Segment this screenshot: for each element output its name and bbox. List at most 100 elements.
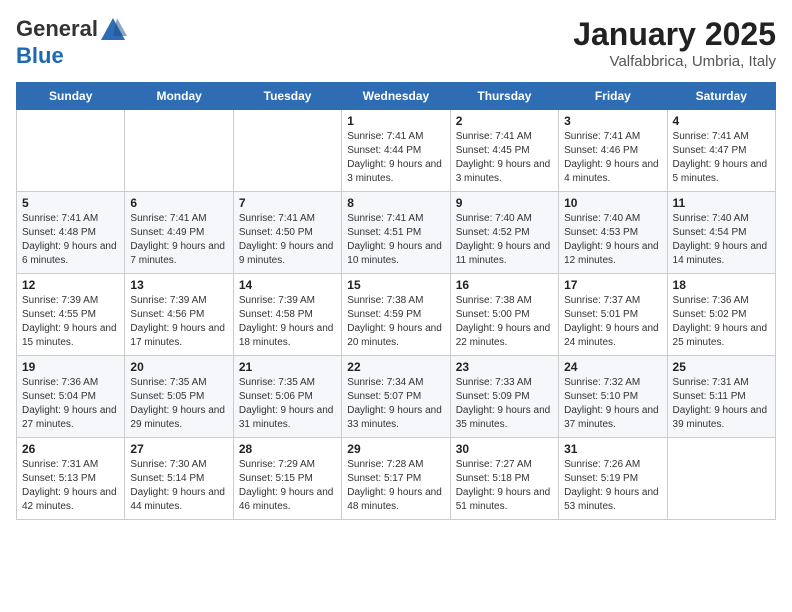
calendar-week-row: 26 Sunrise: 7:31 AMSunset: 5:13 PMDayligh… — [17, 438, 776, 520]
calendar-header-row: Sunday Monday Tuesday Wednesday Thursday… — [17, 83, 776, 110]
calendar-day-cell — [17, 110, 125, 192]
day-number: 7 — [239, 196, 336, 210]
day-number: 26 — [22, 442, 119, 456]
day-number: 9 — [456, 196, 553, 210]
calendar-day-cell: 5 Sunrise: 7:41 AMSunset: 4:48 PMDaylight… — [17, 192, 125, 274]
day-number: 30 — [456, 442, 553, 456]
day-info: Sunrise: 7:41 AMSunset: 4:48 PMDaylight:… — [22, 212, 119, 268]
day-number: 1 — [347, 114, 444, 128]
logo-general-text: General — [16, 16, 98, 41]
calendar-day-cell: 25 Sunrise: 7:31 AMSunset: 5:11 PMDayligh… — [667, 356, 775, 438]
day-info: Sunrise: 7:40 AMSunset: 4:52 PMDaylight:… — [456, 212, 553, 268]
day-number: 14 — [239, 278, 336, 292]
calendar-day-cell: 2 Sunrise: 7:41 AMSunset: 4:45 PMDaylight… — [450, 110, 558, 192]
calendar-table: Sunday Monday Tuesday Wednesday Thursday… — [16, 82, 776, 520]
day-number: 23 — [456, 360, 553, 374]
day-info: Sunrise: 7:41 AMSunset: 4:51 PMDaylight:… — [347, 212, 444, 268]
calendar-week-row: 1 Sunrise: 7:41 AMSunset: 4:44 PMDaylight… — [17, 110, 776, 192]
calendar-day-cell: 12Sunrise: 7:39 AMSunset: 4:55 PMDayligh… — [17, 274, 125, 356]
day-info: Sunrise: 7:41 AMSunset: 4:47 PMDaylight:… — [673, 130, 770, 186]
calendar-day-cell: 22 Sunrise: 7:34 AMSunset: 5:07 PMDayligh… — [342, 356, 450, 438]
calendar-day-cell: 23 Sunrise: 7:33 AMSunset: 5:09 PMDayligh… — [450, 356, 558, 438]
calendar-day-cell: 28Sunrise: 7:29 AMSunset: 5:15 PMDayligh… — [233, 438, 341, 520]
calendar-day-cell: 29 Sunrise: 7:28 AMSunset: 5:17 PMDayligh… — [342, 438, 450, 520]
day-info: Sunrise: 7:38 AMSunset: 4:59 PMDaylight:… — [347, 294, 444, 350]
day-info: Sunrise: 7:30 AMSunset: 5:14 PMDaylight:… — [130, 458, 227, 514]
day-number: 27 — [130, 442, 227, 456]
day-number: 11 — [673, 196, 770, 210]
day-info: Sunrise: 7:34 AMSunset: 5:07 PMDaylight:… — [347, 376, 444, 432]
day-info: Sunrise: 7:39 AMSunset: 4:58 PMDaylight:… — [239, 294, 336, 350]
day-info: Sunrise: 7:37 AMSunset: 5:01 PMDaylight:… — [564, 294, 661, 350]
day-info: Sunrise: 7:35 AMSunset: 5:06 PMDaylight:… — [239, 376, 336, 432]
calendar-day-cell: 6Sunrise: 7:41 AMSunset: 4:49 PMDaylight… — [125, 192, 233, 274]
calendar-day-cell — [667, 438, 775, 520]
day-info: Sunrise: 7:31 AMSunset: 5:11 PMDaylight:… — [673, 376, 770, 432]
day-info: Sunrise: 7:33 AMSunset: 5:09 PMDaylight:… — [456, 376, 553, 432]
day-info: Sunrise: 7:41 AMSunset: 4:45 PMDaylight:… — [456, 130, 553, 186]
col-saturday: Saturday — [667, 83, 775, 110]
day-info: Sunrise: 7:39 AMSunset: 4:56 PMDaylight:… — [130, 294, 227, 350]
day-number: 10 — [564, 196, 661, 210]
logo: General Blue — [16, 16, 128, 68]
calendar-day-cell: 8 Sunrise: 7:41 AMSunset: 4:51 PMDaylight… — [342, 192, 450, 274]
day-number: 25 — [673, 360, 770, 374]
day-info: Sunrise: 7:28 AMSunset: 5:17 PMDaylight:… — [347, 458, 444, 514]
day-number: 31 — [564, 442, 661, 456]
calendar-day-cell: 21 Sunrise: 7:35 AMSunset: 5:06 PMDayligh… — [233, 356, 341, 438]
logo-blue-text: Blue — [16, 43, 64, 68]
day-number: 18 — [673, 278, 770, 292]
calendar-day-cell: 16 Sunrise: 7:38 AMSunset: 5:00 PMDayligh… — [450, 274, 558, 356]
day-info: Sunrise: 7:38 AMSunset: 5:00 PMDaylight:… — [456, 294, 553, 350]
day-number: 28 — [239, 442, 336, 456]
calendar-day-cell: 31 Sunrise: 7:26 AMSunset: 5:19 PMDayligh… — [559, 438, 667, 520]
day-info: Sunrise: 7:41 AMSunset: 4:49 PMDaylight:… — [130, 212, 227, 268]
day-info: Sunrise: 7:36 AMSunset: 5:02 PMDaylight:… — [673, 294, 770, 350]
day-number: 8 — [347, 196, 444, 210]
calendar-day-cell — [125, 110, 233, 192]
day-number: 5 — [22, 196, 119, 210]
day-number: 29 — [347, 442, 444, 456]
day-info: Sunrise: 7:40 AMSunset: 4:54 PMDaylight:… — [673, 212, 770, 268]
day-number: 17 — [564, 278, 661, 292]
calendar-week-row: 12Sunrise: 7:39 AMSunset: 4:55 PMDayligh… — [17, 274, 776, 356]
day-info: Sunrise: 7:41 AMSunset: 4:44 PMDaylight:… — [347, 130, 444, 186]
day-info: Sunrise: 7:40 AMSunset: 4:53 PMDaylight:… — [564, 212, 661, 268]
day-number: 24 — [564, 360, 661, 374]
calendar-day-cell: 26 Sunrise: 7:31 AMSunset: 5:13 PMDayligh… — [17, 438, 125, 520]
col-thursday: Thursday — [450, 83, 558, 110]
calendar-day-cell: 18 Sunrise: 7:36 AMSunset: 5:02 PMDayligh… — [667, 274, 775, 356]
calendar-day-cell: 24 Sunrise: 7:32 AMSunset: 5:10 PMDayligh… — [559, 356, 667, 438]
col-friday: Friday — [559, 83, 667, 110]
day-info: Sunrise: 7:31 AMSunset: 5:13 PMDaylight:… — [22, 458, 119, 514]
calendar-week-row: 5 Sunrise: 7:41 AMSunset: 4:48 PMDaylight… — [17, 192, 776, 274]
calendar-day-cell: 10 Sunrise: 7:40 AMSunset: 4:53 PMDayligh… — [559, 192, 667, 274]
col-monday: Monday — [125, 83, 233, 110]
day-info: Sunrise: 7:32 AMSunset: 5:10 PMDaylight:… — [564, 376, 661, 432]
calendar-day-cell: 17 Sunrise: 7:37 AMSunset: 5:01 PMDayligh… — [559, 274, 667, 356]
calendar-day-cell: 27 Sunrise: 7:30 AMSunset: 5:14 PMDayligh… — [125, 438, 233, 520]
calendar-day-cell: 19Sunrise: 7:36 AMSunset: 5:04 PMDayligh… — [17, 356, 125, 438]
calendar-day-cell: 13Sunrise: 7:39 AMSunset: 4:56 PMDayligh… — [125, 274, 233, 356]
day-number: 21 — [239, 360, 336, 374]
day-number: 15 — [347, 278, 444, 292]
day-number: 4 — [673, 114, 770, 128]
day-info: Sunrise: 7:35 AMSunset: 5:05 PMDaylight:… — [130, 376, 227, 432]
calendar-day-cell: 7Sunrise: 7:41 AMSunset: 4:50 PMDaylight… — [233, 192, 341, 274]
day-info: Sunrise: 7:26 AMSunset: 5:19 PMDaylight:… — [564, 458, 661, 514]
month-title: January 2025 — [573, 16, 776, 53]
day-number: 2 — [456, 114, 553, 128]
calendar-day-cell: 9 Sunrise: 7:40 AMSunset: 4:52 PMDaylight… — [450, 192, 558, 274]
col-sunday: Sunday — [17, 83, 125, 110]
calendar-day-cell: 3Sunrise: 7:41 AMSunset: 4:46 PMDaylight… — [559, 110, 667, 192]
col-tuesday: Tuesday — [233, 83, 341, 110]
day-number: 3 — [564, 114, 661, 128]
day-number: 19 — [22, 360, 119, 374]
calendar-day-cell: 11 Sunrise: 7:40 AMSunset: 4:54 PMDayligh… — [667, 192, 775, 274]
calendar-day-cell: 1 Sunrise: 7:41 AMSunset: 4:44 PMDaylight… — [342, 110, 450, 192]
day-number: 16 — [456, 278, 553, 292]
calendar-day-cell: 15 Sunrise: 7:38 AMSunset: 4:59 PMDayligh… — [342, 274, 450, 356]
day-number: 22 — [347, 360, 444, 374]
location-subtitle: Valfabbrica, Umbria, Italy — [573, 53, 776, 70]
calendar-day-cell — [233, 110, 341, 192]
